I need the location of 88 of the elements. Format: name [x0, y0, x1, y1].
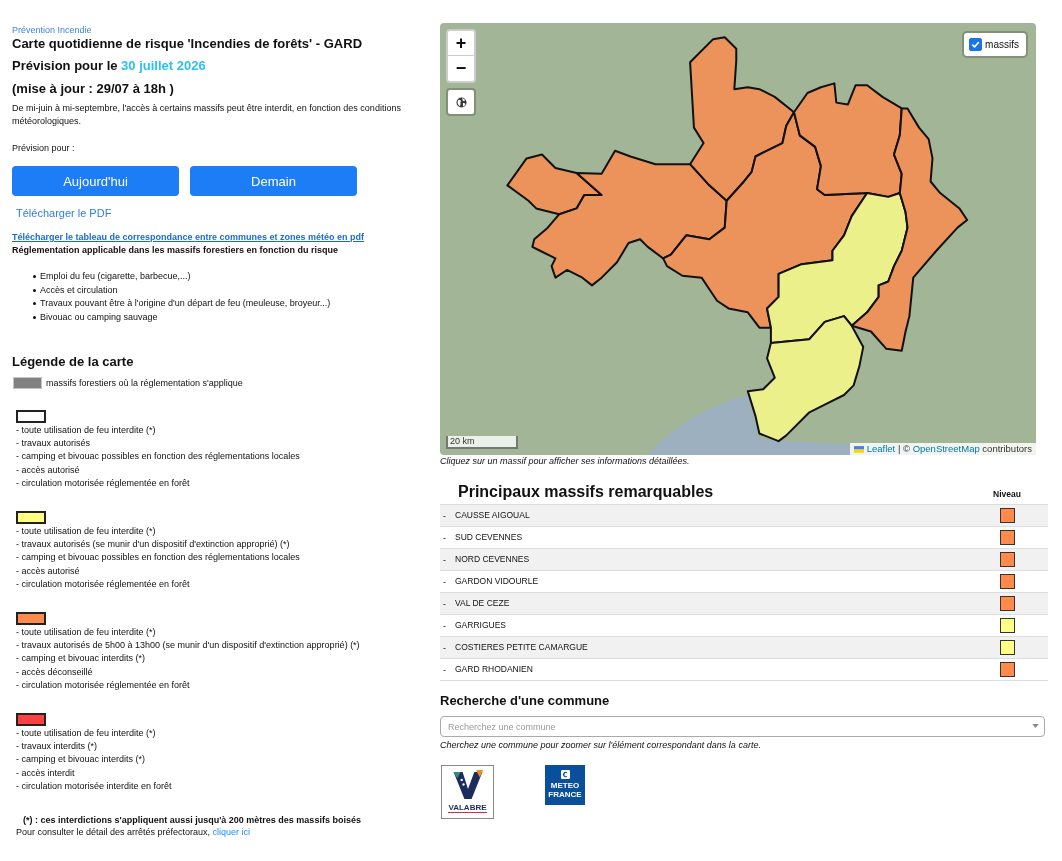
legend-title: Légende de la carte [12, 354, 134, 370]
massif-area[interactable] [766, 192, 909, 345]
dash-marker: - [442, 532, 447, 543]
leaflet-link[interactable]: Leaflet [853, 443, 896, 454]
bullet-icon [33, 275, 36, 279]
legend-text: - toute utilisation de feu interdite (*) [16, 424, 156, 437]
dash-marker: - [442, 554, 447, 565]
meteo-logo[interactable]: METEO FRANCE [545, 765, 585, 805]
legend-text: - accès autorisé [16, 463, 80, 477]
legend-text: massifs forestiers où la réglementation s'applique [46, 377, 243, 389]
osm-link[interactable]: OpenStreetMap [912, 443, 980, 454]
regulation-item: Accès et circulation [40, 283, 118, 297]
legend-text: - accès autorisé [16, 564, 80, 578]
forecast-label: Prévision pour : [12, 142, 75, 154]
legend-text: - circulation motorisée réglementée en forêt [16, 577, 190, 591]
legend-text: - travaux autorisés [16, 437, 91, 451]
bullet-icon [33, 288, 36, 292]
massif-area[interactable] [746, 315, 865, 443]
page-title: Carte quotidienne de risque 'Incendies de forêts' - GARD [12, 36, 363, 52]
massif-name: GARRIGUES [455, 620, 507, 631]
level-header: Niveau [992, 488, 1022, 500]
decrees-link[interactable]: cliquer ici [212, 827, 251, 838]
legend-text: - toute utilisation de feu interdite (*) [16, 727, 156, 741]
forecast-heading: Prévision pour le 30 juillet 2026 [12, 58, 206, 74]
massif-name: GARDON VIDOURLE [455, 576, 540, 587]
dash-marker: - [442, 576, 447, 587]
forecast-day-button[interactable]: Aujourd'hui [12, 166, 179, 196]
massif-name: NORD CEVENNES [455, 554, 531, 565]
legend-text: - circulation motorisée réglementée en forêt [16, 678, 190, 692]
regulation-item: Emploi du feu (cigarette, barbecue,...) [40, 270, 191, 283]
massif-area[interactable] [850, 107, 969, 352]
massif-name: GARD RHODANIEN [455, 664, 534, 675]
massif-name: VAL DE CEZE [455, 598, 511, 609]
massif-area[interactable] [793, 82, 903, 198]
bullet-icon [33, 302, 36, 306]
map-attribution: Leaflet | © OpenStreetMap contributors [849, 443, 1036, 455]
commune-search-field[interactable]: Recherchez une commune [440, 716, 1045, 737]
dash-marker: - [442, 620, 447, 631]
map-caption: Cliquez sur un massif pour afficher ses informations détaillées. [440, 455, 690, 467]
legend-text: - travaux interdits (*) [16, 740, 98, 754]
locate-button[interactable] [446, 88, 476, 116]
scale-bar: 20 km [446, 436, 518, 449]
correspondence-download-link[interactable]: Télécharger le tableau de correspondance entre communes et zones météo en pdf [12, 231, 365, 243]
caret-icon [1032, 724, 1039, 728]
intro-text: De mi-juin à mi-septembre, l'accès à certains massifs peut être interdit, en fonction des conditions météorologiques. [12, 102, 402, 128]
logo-text: VALABRE [448, 803, 487, 813]
globe-icon [455, 96, 467, 108]
legend-text: - accès déconseillé [16, 665, 93, 679]
legend-text: - camping et bivouac possibles en fonction des réglementations locales [16, 551, 300, 565]
legend-text: - toute utilisation de feu interdite (*) [16, 626, 156, 640]
legend-text: - toute utilisation de feu interdite (*) [16, 525, 156, 538]
search-help: Cherchez une commune pour zoomer sur l'élément correspondant dans la carte. [440, 739, 761, 751]
legend-text: - camping et bivouac possibles en fonction des réglementations locales [16, 450, 300, 464]
pdf-download-link[interactable]: Télécharger le PDF [16, 206, 112, 220]
massif-area[interactable] [531, 149, 728, 287]
logo-text: METEO FRANCE [548, 781, 582, 799]
legend-text: - accès interdit [16, 766, 75, 780]
valabre-logo[interactable]: VALABRE [441, 765, 494, 819]
massif-name: SUD CEVENNES [455, 532, 524, 543]
massif-name: COSTIERES PETITE CAMARGUE [455, 642, 589, 653]
legend-text: - camping et bivouac interdits (*) [16, 753, 146, 767]
update-time: (mise à jour : 29/07 à 18h ) [12, 81, 174, 97]
meteo-mark-icon [560, 770, 570, 779]
forecast-day-button[interactable]: Demain [190, 166, 357, 196]
massifs-checkbox[interactable] [969, 38, 983, 51]
legend-text: - travaux autorisés de 5h00 à 13h00 (se munir d'un dispositif d'extinction approprié) (*) [16, 639, 360, 653]
regulation-item: Travaux pouvant être à l'origine d'un départ de feu (meuleuse, broyeur...) [40, 297, 331, 310]
breadcrumb-link[interactable]: Prévention Incendie [12, 24, 92, 36]
regulation-item: Bivouac ou camping sauvage [40, 310, 158, 324]
massifs-title: Principaux massifs remarquables [457, 482, 715, 502]
regulation-title: Réglementation applicable dans les massifs forestiers en fonction du risque [12, 244, 339, 256]
legend-text: - circulation motorisée réglementée en forêt [16, 476, 190, 490]
decrees-text: Pour consulter le détail des arrêtés préfectoraux, cliquer ici [16, 826, 251, 840]
bullet-icon [33, 315, 36, 319]
dash-marker: - [442, 642, 447, 653]
search-title: Recherche d'une commune [440, 693, 610, 709]
zoom-in-button[interactable]: + [448, 31, 474, 56]
legend-text: - travaux autorisés (se munir d'un dispositif d'extinction approprié) (*) [16, 538, 290, 552]
massif-name: CAUSSE AIGOUAL [455, 510, 531, 521]
flag-icon [853, 445, 864, 453]
legend-text: - camping et bivouac interdits (*) [16, 652, 146, 666]
dash-marker: - [442, 664, 447, 675]
layer-label[interactable]: massifs [985, 38, 1019, 51]
massif-area[interactable] [689, 36, 795, 202]
footnote-text: (*) : ces interdictions s'appliquent aussi jusqu'à 200 mètres des massifs boisés [23, 814, 361, 827]
dash-marker: - [442, 510, 447, 521]
legend-text: - circulation motorisée interdite en forêt [16, 779, 172, 793]
dash-marker: - [442, 598, 447, 609]
